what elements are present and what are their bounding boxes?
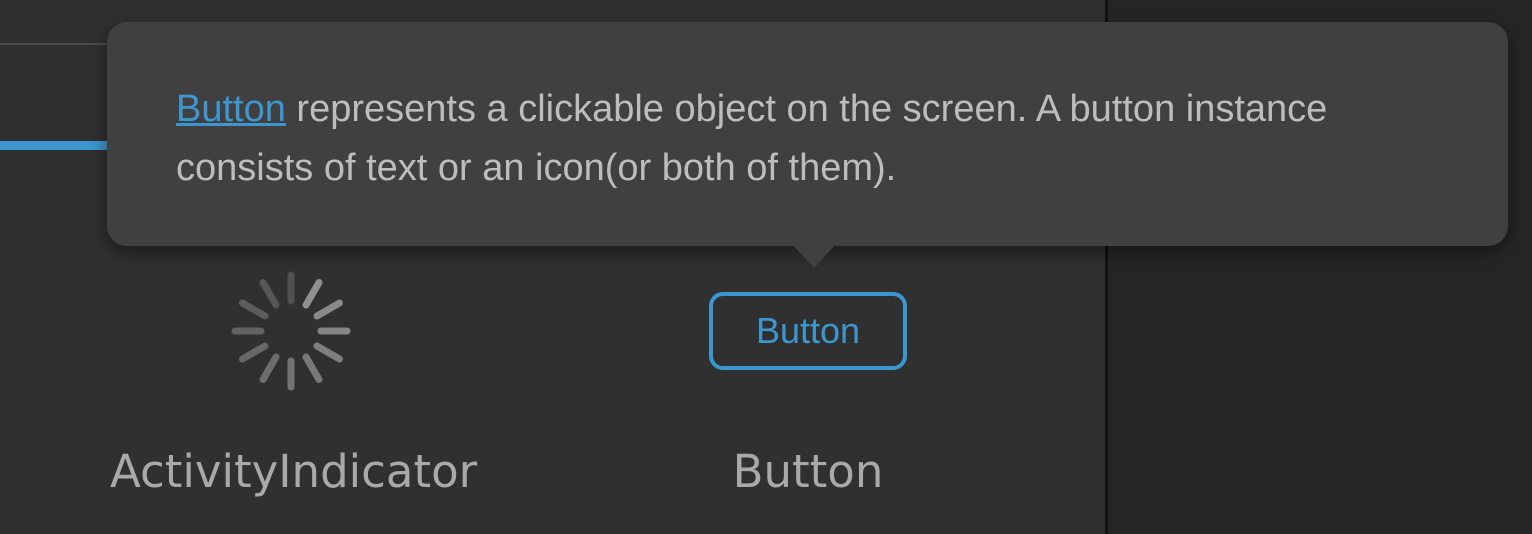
component-tile-button[interactable]: Button Button xyxy=(628,258,988,518)
spinner-spoke xyxy=(313,299,343,320)
spinner-spoke xyxy=(302,279,323,309)
tooltip-doc-link[interactable]: Button xyxy=(176,88,286,130)
spinner-spoke xyxy=(259,353,280,383)
spinner-spoke xyxy=(239,342,269,363)
spinner-icon xyxy=(231,271,351,391)
component-label: Button xyxy=(732,445,884,498)
spinner-spoke xyxy=(302,353,323,383)
component-tile-activityindicator[interactable]: ActivityIndicator xyxy=(110,258,478,518)
tooltip-description-text: represents a clickable object on the scr… xyxy=(176,88,1328,189)
component-label: ActivityIndicator xyxy=(110,445,478,498)
spinner-spoke xyxy=(313,342,343,363)
component-tooltip: Button represents a clickable object on … xyxy=(107,22,1508,246)
component-library-view: ActivityIndicator Button Button Button r… xyxy=(0,0,1532,534)
tooltip-arrow xyxy=(792,244,836,268)
spinner-spoke xyxy=(239,299,269,320)
spinner-spoke xyxy=(259,279,280,309)
button-preview[interactable]: Button xyxy=(709,292,907,370)
tooltip-description: Button represents a clickable object on … xyxy=(176,80,1436,198)
